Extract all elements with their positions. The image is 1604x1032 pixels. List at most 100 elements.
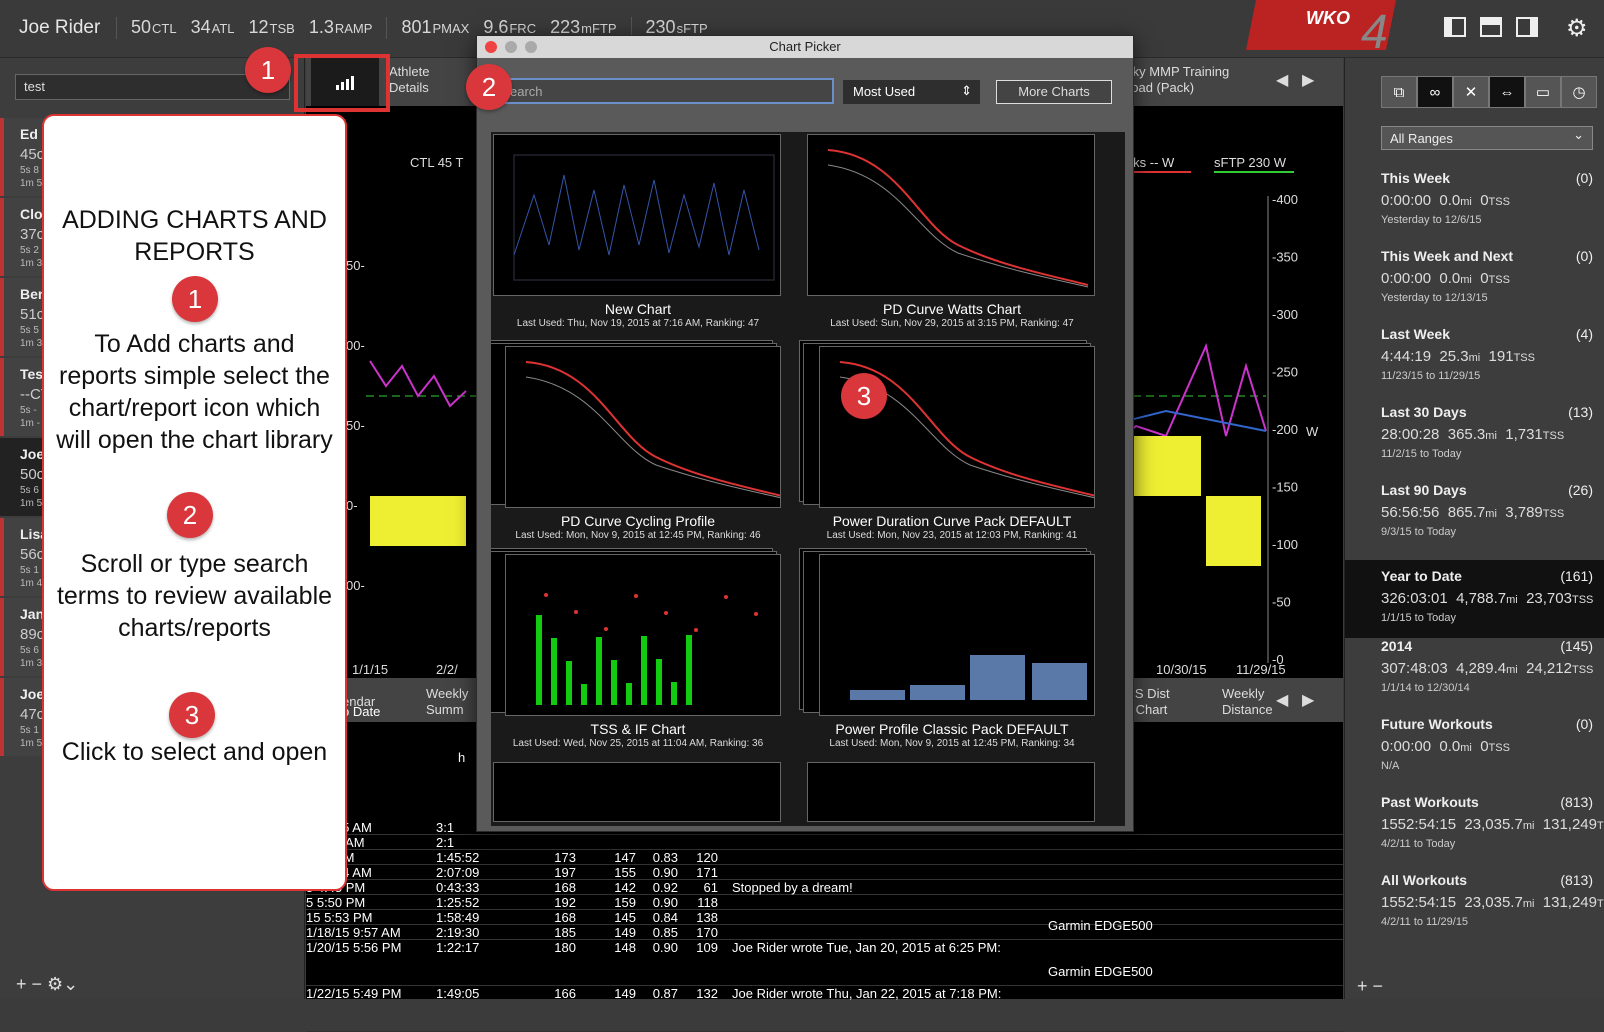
garmin-label-1: Garmin EDGE500 — [1048, 918, 1153, 933]
chart-thumbnail[interactable]: TSS & IF Chart Last Used: Wed, Nov 25, 20… — [491, 548, 783, 749]
table-row[interactable]: 5 10:24 AM2:07:091971550.90171 — [306, 865, 1343, 880]
axis-unit: W — [1306, 424, 1319, 439]
metric-unit: TSB — [269, 21, 295, 36]
table-cell: 180 — [554, 940, 576, 955]
timer-icon[interactable]: ◷ — [1561, 76, 1597, 108]
layout-right-icon[interactable] — [1516, 17, 1538, 37]
chart-thumbnail-partial[interactable] — [807, 762, 1095, 822]
range-item[interactable]: Last Week (4) 4:44:19 25.3mi 191TSS 11/23/1… — [1381, 326, 1604, 404]
table-row[interactable]: 5 5:50 PM 1:25:52 192 159 0.90 118 — [306, 895, 1343, 910]
table-row[interactable]: 5:56 PM1:45:521731470.83120 — [306, 850, 1343, 865]
range-dates: Yesterday to 12/13/15 — [1381, 292, 1488, 304]
lower-next-arrow-icon[interactable]: ▶ — [1302, 690, 1314, 710]
range-time: 307:48:03 — [1381, 660, 1448, 677]
chart-thumbnail-partial[interactable] — [493, 762, 781, 822]
close-window-icon[interactable] — [485, 41, 497, 53]
table-cell — [718, 850, 1118, 864]
range-dates: 4/2/11 to Today — [1381, 838, 1456, 850]
range-item[interactable]: 2014 (145) 307:48:03 4,289.4mi 24,212TSS 1/… — [1381, 638, 1604, 716]
table-cell: 149 — [614, 925, 636, 940]
table-cell: 173 — [554, 850, 576, 865]
zoom-window-icon[interactable] — [525, 41, 537, 53]
chart-picker-title: Chart Picker — [769, 39, 841, 54]
table-cell: 192 — [554, 895, 576, 910]
tab-prev-arrow-icon[interactable]: ◀ — [1276, 70, 1288, 90]
range-time: 56:56:56 — [1381, 504, 1440, 521]
range-count: (13) — [1568, 404, 1593, 420]
lower-prev-arrow-icon[interactable]: ◀ — [1276, 690, 1288, 710]
table-cell: 0.90 — [652, 940, 678, 955]
more-charts-button[interactable]: More Charts — [996, 80, 1112, 104]
settings-gear-icon[interactable]: ⚙ — [1566, 14, 1588, 43]
metric-value: 34 — [190, 17, 211, 37]
table-row[interactable]: 1/20/15 5:56 PM 1:22:17 180 148 0.90 109 Joe R… — [306, 940, 1343, 986]
table-row[interactable]: 1/18/15 9:57 AM 2:19:30 185 149 0.85 170 — [306, 925, 1343, 940]
chart-search-input[interactable]: earch — [500, 78, 834, 104]
tab-sky-mmp[interactable]: Sky MMP Training Load (Pack) — [1124, 64, 1229, 96]
chart-thumbnail[interactable]: New Chart Last Used: Thu, Nov 19, 2015 at… — [493, 134, 783, 329]
callout-title: ADDING CHARTS AND REPORTS — [62, 206, 327, 266]
table-cell: Stopped by a dream! — [732, 880, 853, 895]
table-row[interactable]: 1/22/15 5:49 PM 1:49:05 166 149 0.87 132 Joe R… — [306, 986, 1343, 1032]
tab-next-arrow-icon[interactable]: ▶ — [1302, 70, 1314, 90]
range-dist: 25.3 — [1439, 348, 1469, 365]
range-name: Year to Date — [1381, 568, 1462, 584]
range-item[interactable]: This Week and Next (0) 0:00:00 0.0mi 0TSS Y… — [1381, 248, 1604, 326]
range-count: (0) — [1575, 170, 1593, 186]
axis-tick-label: -100 — [1272, 537, 1298, 552]
range-count: (4) — [1575, 326, 1593, 342]
range-values: 28:00:28 365.3mi 1,731TSS — [1381, 426, 1604, 443]
range-item[interactable]: Future Workouts (0) 0:00:00 0.0mi 0TSS N/A — [1381, 716, 1604, 794]
table-row[interactable]: 5 8:53 AM2:1 — [306, 835, 1343, 850]
range-sidebar-footer[interactable]: + − — [1357, 976, 1383, 997]
range-values: 4:44:19 25.3mi 191TSS — [1381, 348, 1604, 365]
bike-icon[interactable]: ∞ — [1417, 76, 1453, 108]
chart-thumbnail[interactable]: Power Profile Classic Pack DEFAULT Last U… — [799, 548, 1097, 749]
chart-picker-titlebar: Chart Picker — [477, 36, 1133, 58]
tab-weekly-distance[interactable]: Weekly Distance — [1222, 686, 1273, 718]
layout-left-icon[interactable] — [1444, 17, 1466, 37]
axis-tick-label: -150 — [1272, 480, 1298, 495]
table-cell: 2:1 — [436, 835, 455, 850]
range-header: 2014 (145) — [1381, 638, 1604, 654]
swim-icon[interactable]: ⇔ — [1489, 76, 1525, 108]
range-values: 0:00:00 0.0mi 0TSS — [1381, 270, 1604, 287]
tab-weekly-summary[interactable]: Weekly Summ — [426, 686, 468, 718]
step-badge-2: 2 — [466, 64, 512, 110]
lower-column-h: h — [458, 750, 466, 765]
range-item[interactable]: Last 30 Days (13) 28:00:28 365.3mi 1,731TS… — [1381, 404, 1604, 482]
table-cell: 5 5:50 PM — [306, 895, 366, 910]
range-header: This Week (0) — [1381, 170, 1604, 186]
run-icon[interactable]: ✕ — [1453, 76, 1489, 108]
sort-select[interactable]: Most Used — [843, 80, 980, 104]
table-cell: 1:58:49 — [436, 910, 480, 925]
other-icon[interactable]: ▭ — [1525, 76, 1561, 108]
table-row[interactable]: 5 4:45 PM0:43:331681420.9261Stopped by a… — [306, 880, 1343, 895]
range-time: 0:00:00 — [1381, 270, 1432, 287]
table-cell: 1/22/15 5:49 PM — [306, 986, 402, 1001]
layout-top-icon[interactable] — [1480, 17, 1502, 37]
range-select[interactable]: All Ranges — [1381, 126, 1593, 150]
table-row[interactable]: 15 5:53 PM 1:58:49 168 145 0.84 138 — [306, 910, 1343, 925]
chart-thumbnail[interactable]: Power Duration Curve Pack DEFAULT Last Us… — [799, 340, 1097, 541]
range-item[interactable]: This Week (0) 0:00:00 0.0mi 0TSS Yesterday … — [1381, 170, 1604, 248]
athlete-sidebar-footer[interactable]: + − ⚙⌄ — [16, 974, 78, 995]
range-dist: 365.3 — [1447, 426, 1486, 443]
table-cell: Joe Rider wrote Thu, Jan 22, 2015 at 7:1… — [732, 986, 1002, 1001]
range-values: 0:00:00 0.0mi 0TSS — [1381, 192, 1604, 209]
chart-thumbnail[interactable]: PD Curve Cycling Profile Last Used: Mon, … — [491, 340, 783, 541]
range-item[interactable]: Year to Date (161) 326:03:01 4,788.7mi 23,… — [1345, 560, 1604, 638]
dist-unit: mi — [1485, 508, 1497, 520]
range-item[interactable]: All Workouts (813) 1552:54:15 23,035.7mi 1… — [1381, 872, 1604, 950]
range-header: This Week and Next (0) — [1381, 248, 1604, 264]
range-count: (161) — [1560, 568, 1593, 584]
tss-unit: TSS — [1488, 742, 1510, 754]
chart-thumbnail[interactable]: PD Curve Watts Chart Last Used: Sun, Nov … — [807, 134, 1097, 329]
minimize-window-icon[interactable] — [505, 41, 517, 53]
athlete-name[interactable]: Joe Rider — [19, 17, 100, 39]
range-item[interactable]: Past Workouts (813) 1552:54:15 23,035.7mi … — [1381, 794, 1604, 872]
date-range-sidebar: ⧉ ∞ ✕ ⇔ ▭ ◷ All Ranges This Week (0) 0:00:… — [1344, 58, 1604, 999]
range-item[interactable]: Last 90 Days (26) 56:56:56 865.7mi 3,789TS… — [1381, 482, 1604, 560]
tab-athlete-details[interactable]: Athlete Details — [389, 64, 429, 96]
workout-filter-icon[interactable]: ⧉ — [1381, 76, 1417, 108]
